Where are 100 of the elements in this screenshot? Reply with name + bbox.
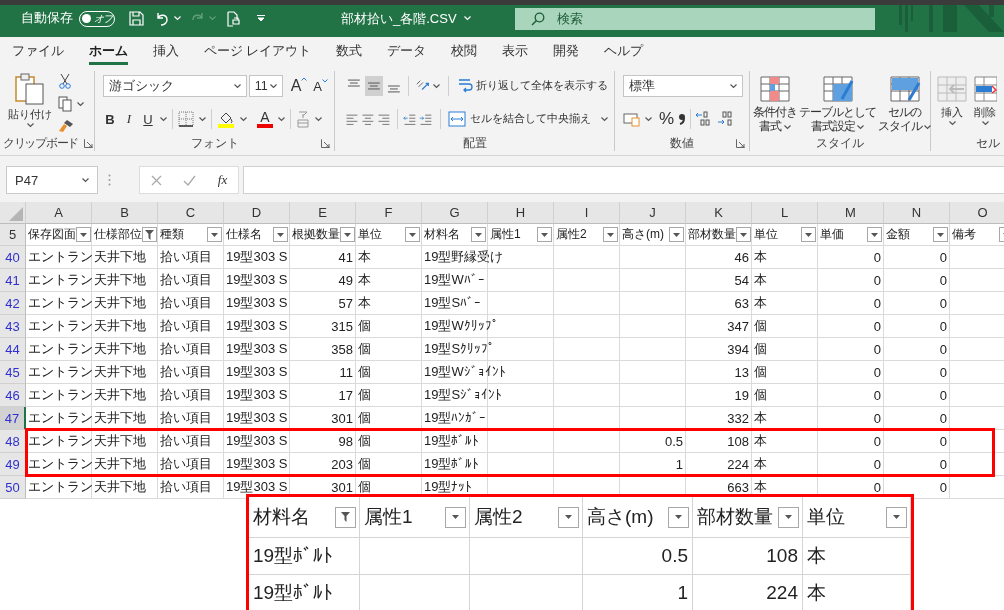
- ribbon-tab[interactable]: 開発: [553, 37, 580, 65]
- copy-icon[interactable]: [58, 96, 73, 112]
- caret-icon[interactable]: [82, 177, 89, 183]
- column-header[interactable]: I: [554, 202, 620, 224]
- filter-dropdown-button[interactable]: [76, 227, 91, 242]
- font-size-dropdown[interactable]: 11: [248, 75, 283, 97]
- align-middle-icon[interactable]: [364, 76, 383, 96]
- caret-icon[interactable]: [26, 123, 34, 128]
- filter-dropdown-button[interactable]: [736, 227, 751, 242]
- font-name-dropdown[interactable]: 游ゴシック: [103, 75, 247, 97]
- filter-dropdown-button[interactable]: [207, 227, 222, 242]
- save-icon[interactable]: [129, 11, 144, 26]
- column-header[interactable]: B: [92, 202, 158, 224]
- caret-icon[interactable]: [315, 116, 322, 122]
- filter-dropdown-button[interactable]: [273, 227, 288, 242]
- filter-dropdown-button[interactable]: [340, 227, 355, 242]
- caret-icon[interactable]: [160, 116, 167, 122]
- dialog-launcher-icon[interactable]: [736, 139, 745, 148]
- row-header[interactable]: 44: [0, 338, 26, 361]
- delete-cells-button[interactable]: 削除: [973, 73, 997, 135]
- filter-dropdown-button[interactable]: [669, 227, 684, 242]
- column-header[interactable]: C: [158, 202, 224, 224]
- paste-button[interactable]: 貼り付け: [8, 71, 52, 135]
- column-header[interactable]: L: [752, 202, 818, 224]
- caret-icon[interactable]: [433, 83, 441, 89]
- merge-center-button[interactable]: セルを結合して中央揃え: [448, 111, 608, 127]
- column-header[interactable]: N: [884, 202, 950, 224]
- row-header[interactable]: 47: [0, 407, 26, 430]
- percent-button[interactable]: %: [659, 109, 675, 129]
- ribbon-tab[interactable]: ヘルプ: [604, 37, 644, 65]
- borders-icon[interactable]: [178, 111, 194, 127]
- column-header[interactable]: D: [224, 202, 290, 224]
- underline-button[interactable]: U: [141, 111, 155, 127]
- row-header[interactable]: 48: [0, 430, 26, 453]
- filter-dropdown-button[interactable]: [558, 506, 579, 528]
- filter-dropdown-button[interactable]: [668, 506, 689, 528]
- caret-icon[interactable]: [730, 83, 737, 89]
- style-button[interactable]: 条件付き 書式: [753, 73, 797, 135]
- insert-function-button[interactable]: fx: [217, 172, 228, 188]
- filter-dropdown-button[interactable]: [471, 227, 486, 242]
- caret-icon[interactable]: [857, 125, 865, 130]
- filter-dropdown-button[interactable]: [778, 506, 799, 528]
- number-format-dropdown[interactable]: 標準: [623, 75, 743, 97]
- row-header[interactable]: 46: [0, 384, 26, 407]
- italic-button[interactable]: I: [122, 111, 136, 127]
- row-header[interactable]: 50: [0, 476, 26, 499]
- filter-active-button[interactable]: [335, 506, 356, 528]
- column-header[interactable]: M: [818, 202, 884, 224]
- row-header[interactable]: 41: [0, 269, 26, 292]
- filter-dropdown-button[interactable]: [867, 227, 882, 242]
- style-button[interactable]: セルの スタイル: [878, 73, 932, 135]
- filter-dropdown-button[interactable]: [933, 227, 948, 242]
- customize-toolbar-icon[interactable]: [257, 15, 265, 22]
- caret-icon[interactable]: [233, 83, 241, 89]
- ribbon-tab[interactable]: 挿入: [153, 37, 179, 65]
- fill-color-icon[interactable]: [217, 110, 235, 128]
- filter-dropdown-button[interactable]: [886, 506, 907, 528]
- caret-icon[interactable]: [278, 116, 285, 122]
- caret-icon[interactable]: [981, 121, 989, 126]
- dialog-launcher-icon[interactable]: [321, 139, 330, 148]
- caret-icon[interactable]: [948, 121, 956, 126]
- row-header[interactable]: 45: [0, 361, 26, 384]
- filter-dropdown-button[interactable]: [405, 227, 420, 242]
- caret-icon[interactable]: [240, 116, 247, 122]
- row-header[interactable]: 40: [0, 246, 26, 269]
- filter-dropdown-button[interactable]: [445, 506, 466, 528]
- row-header[interactable]: 49: [0, 453, 26, 476]
- ribbon-tab[interactable]: 校閲: [451, 37, 478, 65]
- caret-icon[interactable]: [269, 83, 277, 89]
- ribbon-tab[interactable]: ページ レイアウト: [204, 37, 312, 65]
- format-painter-icon[interactable]: [58, 119, 74, 133]
- column-header[interactable]: G: [422, 202, 488, 224]
- column-header[interactable]: K: [686, 202, 752, 224]
- check-icon[interactable]: [183, 174, 197, 186]
- dialog-launcher-icon[interactable]: [84, 139, 93, 148]
- comma-style-icon[interactable]: [678, 111, 687, 127]
- caret-icon[interactable]: [783, 125, 791, 130]
- row-header[interactable]: 5: [0, 224, 26, 246]
- font-color-button[interactable]: A: [257, 110, 273, 128]
- ribbon-tab[interactable]: ファイル: [12, 37, 64, 65]
- filter-dropdown-button[interactable]: [801, 227, 816, 242]
- caret-icon[interactable]: [645, 116, 652, 122]
- drag-handle-icon[interactable]: [108, 174, 111, 186]
- ribbon-tab[interactable]: 表示: [502, 37, 529, 65]
- grow-font-button[interactable]: A: [290, 77, 308, 95]
- column-header[interactable]: J: [620, 202, 686, 224]
- print-preview-icon[interactable]: [227, 10, 240, 27]
- search-field[interactable]: 検索: [514, 7, 875, 30]
- bold-button[interactable]: B: [103, 111, 117, 127]
- ribbon-tab[interactable]: 数式: [336, 37, 363, 65]
- caret-icon[interactable]: [199, 116, 206, 122]
- scissors-icon[interactable]: [58, 73, 72, 89]
- caret-icon[interactable]: [601, 116, 608, 122]
- insert-cells-button[interactable]: 挿入: [936, 73, 968, 135]
- document-title[interactable]: 部材拾い_各階.CSV: [341, 9, 471, 28]
- filter-active-button[interactable]: [142, 227, 157, 242]
- column-header[interactable]: E: [290, 202, 356, 224]
- row-header[interactable]: 42: [0, 292, 26, 315]
- filter-dropdown-button[interactable]: [603, 227, 618, 242]
- column-header[interactable]: F: [356, 202, 422, 224]
